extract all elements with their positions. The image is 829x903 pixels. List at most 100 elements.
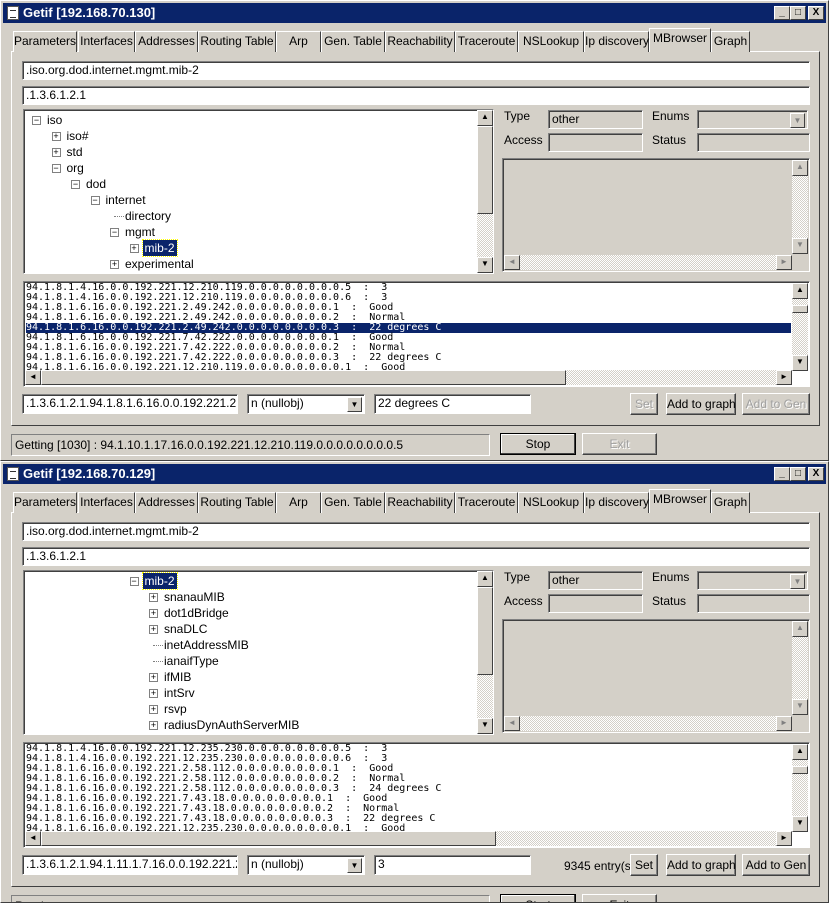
set-button[interactable]: Set: [630, 854, 658, 876]
tree-node-label[interactable]: directory: [123, 208, 173, 224]
tree-node-label[interactable]: std: [65, 144, 85, 160]
tree-node[interactable]: + std: [24, 144, 474, 160]
oid-field[interactable]: .1.3.6.1.2.1: [22, 547, 810, 566]
title-bar[interactable]: Getif [192.168.70.129] _ □ X: [3, 464, 826, 484]
tree-node-label[interactable]: iso#: [65, 128, 91, 144]
tree-node[interactable]: + ifMIB: [24, 669, 474, 685]
tree-node-label[interactable]: snanauMIB: [162, 589, 227, 605]
values-hscroll[interactable]: ◄ ►: [25, 370, 792, 385]
expand-icon[interactable]: +: [51, 148, 61, 157]
tree-node[interactable]: − internet: [24, 192, 474, 208]
scroll-down-button[interactable]: ▼: [792, 238, 808, 254]
tree-node-label[interactable]: intSrv: [162, 685, 197, 701]
scroll-left-button[interactable]: ◄: [25, 370, 41, 385]
tree-node-label[interactable]: rsvp: [162, 701, 189, 717]
oid-name-field[interactable]: .iso.org.dod.internet.mgmt.mib-2: [22, 61, 810, 80]
close-button[interactable]: X: [808, 467, 824, 481]
scroll-right-button[interactable]: ►: [776, 831, 792, 846]
tree-node[interactable]: − mib-2: [24, 572, 474, 590]
description-hscroll[interactable]: ◄ ►: [504, 716, 792, 731]
tree-node-label[interactable]: snaDLC: [162, 621, 209, 637]
mib-tree[interactable]: − mib-2 + snanauMIB + dot1dBridge + snaDLC inetA…: [23, 570, 494, 735]
collapse-icon[interactable]: −: [129, 577, 139, 586]
collapse-icon[interactable]: −: [71, 180, 80, 189]
description-vscroll[interactable]: ▲ ▼: [792, 160, 808, 254]
tree-node[interactable]: + dot1dBridge: [24, 605, 474, 621]
tab-routing-table[interactable]: Routing Table: [198, 31, 276, 52]
minimize-button[interactable]: _: [774, 467, 790, 481]
collapse-icon[interactable]: −: [32, 116, 41, 125]
tree-node-label[interactable]: dod: [84, 176, 108, 192]
tab-reachability[interactable]: Reachability: [385, 31, 455, 52]
scroll-up-button[interactable]: ▲: [477, 110, 493, 126]
scroll-up-button[interactable]: ▲: [792, 744, 808, 760]
tab-graph[interactable]: Graph: [711, 492, 750, 513]
close-button[interactable]: X: [808, 6, 824, 20]
enums-combo[interactable]: ▼: [697, 571, 808, 590]
tab-traceroute[interactable]: Traceroute: [455, 31, 518, 52]
tab-interfaces[interactable]: Interfaces: [78, 31, 135, 52]
values-vscroll[interactable]: ▲ ▼: [792, 283, 808, 371]
tree-node[interactable]: directory: [24, 208, 474, 224]
description-vscroll[interactable]: ▲ ▼: [792, 621, 808, 715]
tree-node[interactable]: − dod: [24, 176, 474, 192]
tree-node-label[interactable]: iso: [45, 112, 64, 128]
scroll-down-button[interactable]: ▼: [792, 816, 808, 832]
scroll-thumb[interactable]: [41, 370, 566, 385]
expand-icon[interactable]: +: [51, 132, 61, 141]
tab-nslookup[interactable]: NSLookup: [518, 492, 584, 513]
scroll-down-button[interactable]: ▼: [477, 257, 493, 273]
tree-node[interactable]: − mgmt: [24, 224, 474, 240]
mib-tree[interactable]: − iso + iso# + std − org − dod − internet directory −…: [23, 109, 494, 274]
collapse-icon[interactable]: −: [90, 196, 100, 205]
tree-scrollbar[interactable]: ▲ ▼: [477, 571, 493, 734]
tab-gen-table[interactable]: Gen. Table: [321, 31, 385, 52]
collapse-icon[interactable]: −: [110, 228, 119, 237]
value-input[interactable]: 22 degrees C: [374, 394, 531, 414]
scroll-down-button[interactable]: ▼: [477, 718, 493, 734]
tab-arp[interactable]: Arp: [276, 31, 321, 52]
tree-node[interactable]: + experimental: [24, 256, 474, 272]
dropdown-arrow-icon[interactable]: ▼: [347, 858, 362, 873]
minimize-button[interactable]: _: [774, 6, 790, 20]
tab-addresses[interactable]: Addresses: [135, 492, 198, 513]
tree-node[interactable]: + rsvp: [24, 701, 474, 717]
scroll-down-button[interactable]: ▼: [792, 355, 808, 371]
tree-node[interactable]: + snanauMIB: [24, 589, 474, 605]
tree-node-label[interactable]: inetAddressMIB: [162, 637, 251, 653]
tree-node[interactable]: inetAddressMIB: [24, 637, 474, 653]
scroll-left-button[interactable]: ◄: [25, 831, 41, 846]
tree-node-label[interactable]: mgmt: [123, 224, 157, 240]
add-to-graph-button[interactable]: Add to graph: [666, 854, 736, 876]
title-bar[interactable]: Getif [192.168.70.130] _ □ X: [3, 3, 826, 23]
maximize-button[interactable]: □: [790, 6, 806, 20]
scroll-up-button[interactable]: ▲: [792, 160, 808, 176]
scroll-right-button[interactable]: ►: [776, 255, 792, 270]
tree-node[interactable]: + radiusDynAuthServerMIB: [24, 717, 474, 733]
description-hscroll[interactable]: ◄ ►: [504, 255, 792, 270]
add-to-graph-button[interactable]: Add to graph: [666, 393, 736, 415]
tree-scrollbar[interactable]: ▲ ▼: [477, 110, 493, 273]
exit-button[interactable]: Exit: [582, 894, 657, 902]
scroll-thumb[interactable]: [477, 126, 493, 214]
value-input[interactable]: 3: [374, 855, 531, 875]
scroll-up-button[interactable]: ▲: [792, 621, 808, 637]
add-to-gen-button[interactable]: Add to Gen: [742, 393, 810, 415]
scroll-up-button[interactable]: ▲: [792, 283, 808, 299]
tree-node[interactable]: − org: [24, 160, 474, 176]
tab-reachability[interactable]: Reachability: [385, 492, 455, 513]
dropdown-arrow-icon[interactable]: ▼: [790, 574, 805, 589]
tab-interfaces[interactable]: Interfaces: [78, 492, 135, 513]
tree-node-label[interactable]: internet: [104, 192, 148, 208]
collapse-icon[interactable]: −: [51, 164, 61, 173]
expand-icon[interactable]: +: [110, 260, 119, 269]
values-vscroll[interactable]: ▲ ▼: [792, 744, 808, 832]
exit-button[interactable]: Exit: [582, 433, 657, 455]
expand-icon[interactable]: +: [149, 609, 158, 618]
scroll-thumb[interactable]: [792, 766, 808, 774]
tab-mbrowser[interactable]: MBrowser: [649, 489, 711, 513]
oid-field[interactable]: .1.3.6.1.2.1: [22, 86, 810, 105]
tab-parameters[interactable]: Parameters: [13, 492, 77, 513]
tab-addresses[interactable]: Addresses: [135, 31, 198, 52]
scroll-right-button[interactable]: ►: [776, 370, 792, 385]
